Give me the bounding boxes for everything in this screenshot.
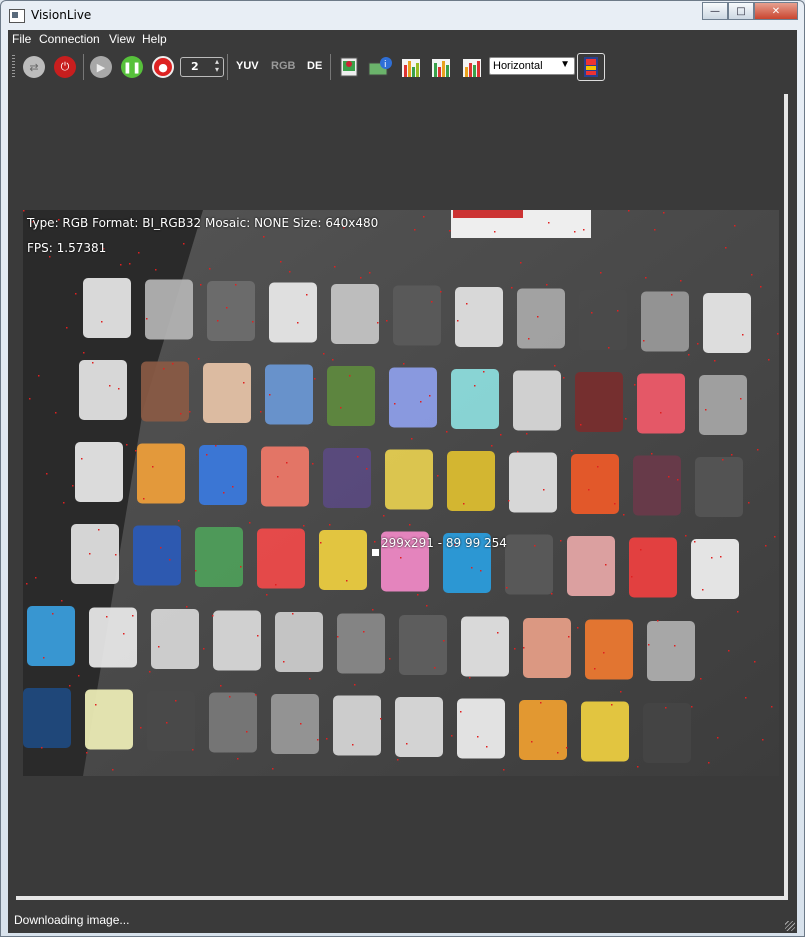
cursor-marker xyxy=(372,549,379,556)
menu-connection[interactable]: Connection xyxy=(39,32,100,46)
toolbar-separator xyxy=(83,54,84,80)
color-map-button[interactable] xyxy=(577,53,605,81)
title-bar[interactable]: VisionLive — □ ✕ xyxy=(1,1,804,29)
close-button[interactable]: ✕ xyxy=(754,2,798,20)
resize-grip-icon[interactable] xyxy=(785,921,795,931)
client-area: File Connection View Help ⇄ ⏻ ▶ ❚❚ ● 2 ▴… xyxy=(8,30,797,933)
layout-select-value: Horizontal xyxy=(493,60,543,72)
layout-select[interactable]: Horizontal ▼ xyxy=(489,57,575,75)
camera-frame-image[interactable]: Type: RGB Format: BI_RGB32 Mosaic: NONE … xyxy=(23,210,779,776)
image-info-icon[interactable]: i xyxy=(368,55,392,79)
toolbar: ⇄ ⏻ ▶ ❚❚ ● 2 ▴ ▾ YUV RGB DE i Horizontal… xyxy=(8,50,797,84)
status-text: Downloading image... xyxy=(14,913,130,927)
toolbar-grip[interactable] xyxy=(12,55,15,79)
menu-file[interactable]: File xyxy=(12,32,31,46)
minimize-button[interactable]: — xyxy=(702,2,728,20)
plug-icon[interactable]: ⏻ xyxy=(54,56,76,78)
menu-bar: File Connection View Help xyxy=(8,30,797,50)
color-map-icon xyxy=(584,57,598,77)
window-controls: — □ ✕ xyxy=(702,2,798,20)
toolbar-separator xyxy=(330,54,331,80)
app-window: VisionLive — □ ✕ File Connection View He… xyxy=(0,0,805,937)
mode-yuv-button[interactable]: YUV xyxy=(236,60,259,72)
swap-connection-icon[interactable]: ⇄ xyxy=(23,56,45,78)
play-icon[interactable]: ▶ xyxy=(90,56,112,78)
mode-rgb-button[interactable]: RGB xyxy=(271,60,295,72)
pause-icon[interactable]: ❚❚ xyxy=(121,56,143,78)
histogram-icon[interactable] xyxy=(461,55,483,79)
histogram-icon[interactable] xyxy=(430,55,452,79)
chevron-down-icon: ▼ xyxy=(560,59,570,70)
maximize-button[interactable]: □ xyxy=(728,2,754,20)
spinner-arrows-icon[interactable]: ▴ ▾ xyxy=(215,58,219,74)
record-icon[interactable]: ● xyxy=(152,56,174,78)
image-viewport[interactable]: Type: RGB Format: BI_RGB32 Mosaic: NONE … xyxy=(8,94,797,906)
menu-view[interactable]: View xyxy=(109,32,135,46)
mode-de-button[interactable]: DE xyxy=(307,60,322,72)
frame-count-spinner[interactable]: 2 ▴ ▾ xyxy=(180,57,224,77)
histogram-icon[interactable] xyxy=(400,55,422,79)
frame-count-value: 2 xyxy=(191,60,199,73)
menu-help[interactable]: Help xyxy=(142,32,167,46)
cursor-readout: 299x291 - 89 99 254 xyxy=(381,536,507,550)
status-bar: Downloading image... xyxy=(8,910,797,933)
app-icon xyxy=(9,9,25,23)
image-gallery-icon[interactable] xyxy=(338,55,360,79)
fps-text: FPS: 1.57381 xyxy=(27,241,107,255)
image-info-text: Type: RGB Format: BI_RGB32 Mosaic: NONE … xyxy=(27,216,379,230)
toolbar-separator xyxy=(227,54,228,80)
svg-text:i: i xyxy=(384,60,387,70)
window-title: VisionLive xyxy=(31,8,92,22)
